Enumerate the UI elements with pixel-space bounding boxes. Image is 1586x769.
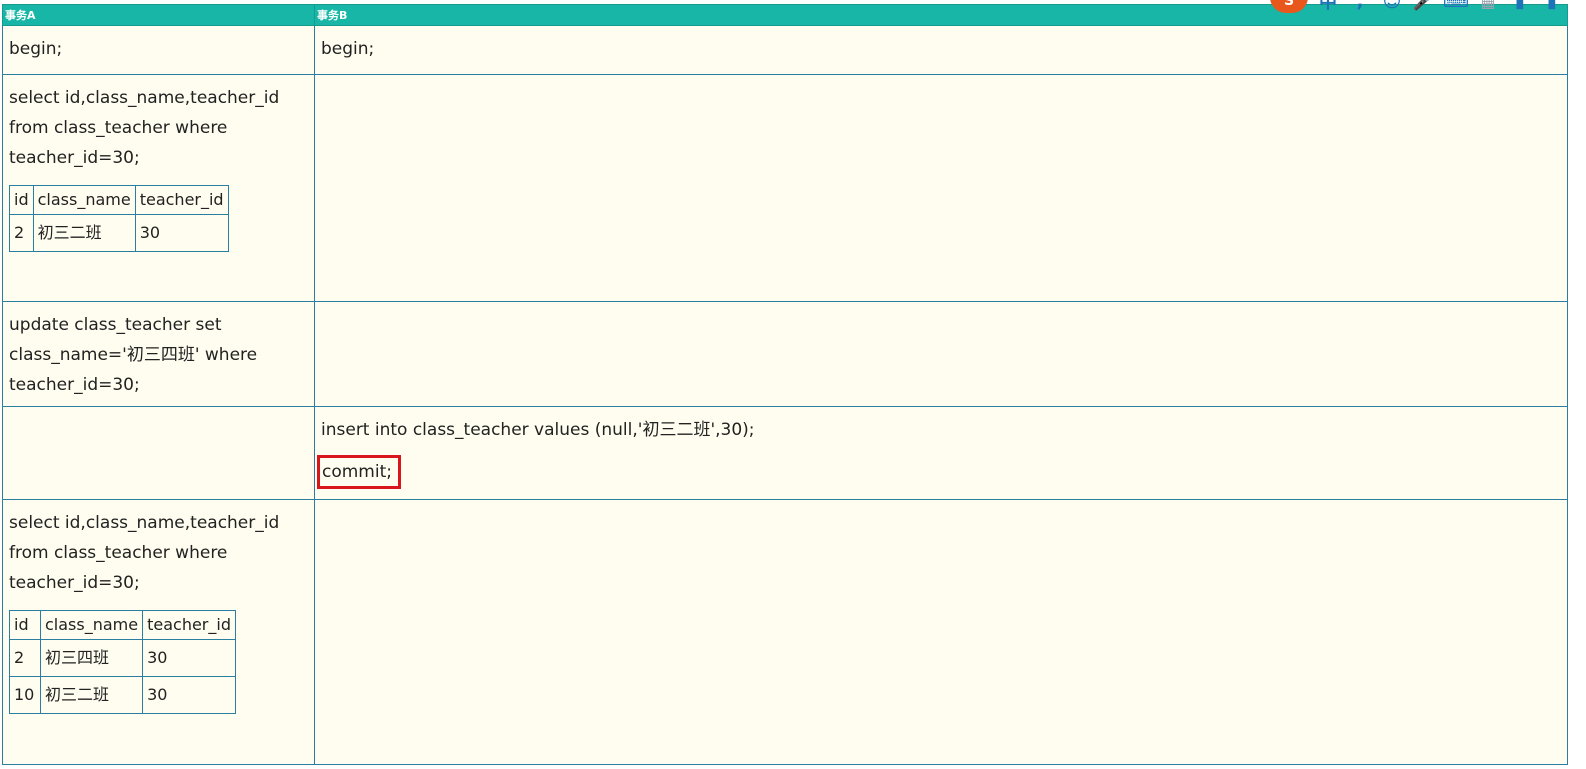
result-row: 2 初三四班 30 bbox=[9, 639, 236, 677]
table-row: select id,class_name,teacher_id from cla… bbox=[2, 74, 1568, 302]
table-row: update class_teacher set class_name='初三四… bbox=[2, 301, 1568, 407]
punctuation-icon[interactable]: , bbox=[1348, 0, 1372, 12]
ime-toolbar: S 中 , ☺ 🎤 ⌨ ▦ ▮ ▮ bbox=[1270, 0, 1564, 13]
result-header-row: id class_name teacher_id bbox=[9, 610, 236, 640]
emoji-icon[interactable]: ☺ bbox=[1380, 0, 1404, 12]
result-cell: 初三四班 bbox=[39, 639, 144, 677]
result-cell: 30 bbox=[134, 214, 229, 252]
result-col-header: class_name bbox=[39, 610, 144, 640]
result-col-header: teacher_id bbox=[134, 185, 229, 215]
cell-b-insert: insert into class_teacher values (null,'… bbox=[314, 406, 1568, 500]
table-row: select id,class_name,teacher_id from cla… bbox=[2, 499, 1568, 765]
sql-line: select id,class_name,teacher_id bbox=[9, 88, 280, 108]
cell-a-select1: select id,class_name,teacher_id from cla… bbox=[2, 74, 315, 302]
result-cell: 30 bbox=[142, 639, 236, 677]
table-row: begin; begin; bbox=[2, 25, 1568, 75]
sql-line: update class_teacher set bbox=[9, 315, 222, 335]
header-transaction-a: 事务A bbox=[2, 4, 315, 26]
result-header-row: id class_name teacher_id bbox=[9, 185, 229, 215]
result-table: id class_name teacher_id 2 初三四班 30 10 初三… bbox=[9, 610, 236, 714]
result-row: 10 初三二班 30 bbox=[9, 676, 236, 714]
voice-icon[interactable]: 🎤 bbox=[1412, 0, 1436, 12]
menu-icon[interactable]: ▮ bbox=[1540, 0, 1564, 12]
result-col-header: id bbox=[9, 185, 34, 215]
sql-line: select id,class_name,teacher_id bbox=[9, 513, 280, 533]
page: S 中 , ☺ 🎤 ⌨ ▦ ▮ ▮ 事务A 事务B begin; begin; bbox=[0, 0, 1586, 769]
result-col-header: teacher_id bbox=[142, 610, 236, 640]
transaction-table: 事务A 事务B begin; begin; select id,class_na… bbox=[2, 4, 1568, 765]
result-table: id class_name teacher_id 2 初三二班 30 bbox=[9, 185, 229, 252]
cell-a-begin: begin; bbox=[2, 25, 315, 75]
cell-b-empty bbox=[314, 74, 1568, 302]
sql-line: from class_teacher where bbox=[9, 118, 228, 138]
result-cell: 初三二班 bbox=[32, 214, 136, 252]
result-cell: 2 bbox=[9, 639, 41, 677]
result-row: 2 初三二班 30 bbox=[9, 214, 229, 252]
sogou-logo-icon[interactable]: S bbox=[1270, 0, 1308, 13]
commit-highlight: commit; bbox=[317, 455, 401, 489]
result-cell: 初三二班 bbox=[39, 676, 144, 714]
cell-b-empty bbox=[314, 301, 1568, 407]
table-row: insert into class_teacher values (null,'… bbox=[2, 406, 1568, 500]
keyboard-icon[interactable]: ⌨ bbox=[1443, 0, 1469, 12]
cell-a-empty bbox=[2, 406, 315, 500]
sql-line: teacher_id=30; bbox=[9, 148, 140, 168]
cell-a-select2: select id,class_name,teacher_id from cla… bbox=[2, 499, 315, 765]
cell-a-update: update class_teacher set class_name='初三四… bbox=[2, 301, 315, 407]
result-col-header: id bbox=[9, 610, 41, 640]
cell-b-empty bbox=[314, 499, 1568, 765]
result-cell: 2 bbox=[9, 214, 34, 252]
toolbox-icon[interactable]: ▮ bbox=[1508, 0, 1532, 12]
commit-statement: commit; bbox=[322, 462, 392, 482]
cell-b-begin: begin; bbox=[314, 25, 1568, 75]
sql-line: class_name='初三四班' where bbox=[9, 345, 258, 365]
skin-icon[interactable]: ▦ bbox=[1476, 0, 1500, 12]
sql-line: teacher_id=30; bbox=[9, 375, 140, 395]
sql-line: teacher_id=30; bbox=[9, 573, 140, 593]
sql-line: from class_teacher where bbox=[9, 543, 228, 563]
result-cell: 30 bbox=[142, 676, 236, 714]
input-mode-icon[interactable]: 中 bbox=[1316, 0, 1340, 13]
result-col-header: class_name bbox=[32, 185, 136, 215]
insert-statement: insert into class_teacher values (null,'… bbox=[321, 420, 755, 440]
result-cell: 10 bbox=[9, 676, 41, 714]
